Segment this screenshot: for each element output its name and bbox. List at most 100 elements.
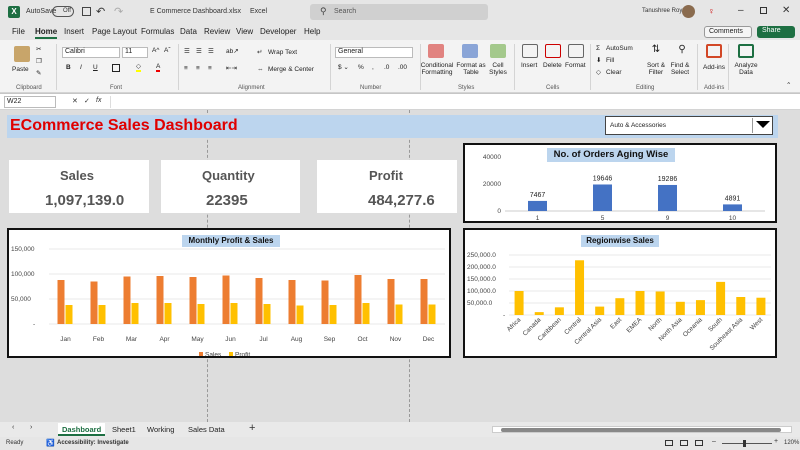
cut-icon[interactable]: ✂ — [36, 46, 41, 53]
page-break-view-icon[interactable] — [695, 440, 703, 446]
zoom-slider-thumb[interactable] — [743, 440, 746, 447]
italic-icon[interactable]: I — [80, 64, 82, 71]
function-icon[interactable]: fx — [96, 97, 101, 104]
menu-file[interactable]: File — [12, 27, 25, 36]
delete-cells-button[interactable]: Delete — [543, 62, 562, 69]
comma-icon[interactable]: , — [372, 64, 374, 71]
font-name-select[interactable]: Calibri — [62, 47, 120, 58]
scroll-left-icon[interactable]: ‹ — [12, 424, 14, 431]
avatar[interactable] — [682, 5, 695, 18]
format-cells-icon[interactable] — [568, 44, 584, 58]
search-box[interactable]: ⚲ Search — [310, 4, 488, 20]
undo-icon[interactable]: ↶ — [96, 5, 105, 18]
category-dropdown[interactable]: Auto & Accessories — [605, 116, 773, 135]
menu-developer[interactable]: Developer — [260, 27, 296, 36]
format-cells-button[interactable]: Format — [565, 62, 586, 69]
increase-decimal-icon[interactable]: .0 — [384, 64, 389, 71]
menu-home[interactable]: Home — [35, 27, 58, 39]
align-center-icon[interactable]: ≡ — [196, 65, 200, 72]
cell-styles-button[interactable]: Cell Styles — [486, 62, 510, 76]
zoom-out-icon[interactable]: – — [712, 438, 716, 445]
menu-page-layout[interactable]: Page Layout — [92, 27, 137, 36]
redo-icon[interactable]: ↷ — [114, 5, 123, 18]
maximize-icon[interactable] — [760, 7, 767, 14]
autosave-toggle[interactable]: Off — [52, 6, 74, 17]
indent-icon[interactable]: ⇤⇥ — [226, 65, 237, 72]
regionwise-sales-chart[interactable]: Regionwise Sales 250,000.0 200,000.0 150,0… — [463, 228, 777, 358]
align-left-icon[interactable]: ≡ — [184, 65, 188, 72]
horizontal-scrollbar[interactable] — [492, 426, 792, 433]
tab-dashboard[interactable]: Dashboard — [58, 423, 106, 436]
paste-icon[interactable] — [14, 46, 30, 62]
increase-font-icon[interactable]: A^ — [152, 47, 159, 54]
enter-icon[interactable]: ✓ — [84, 97, 90, 105]
menu-view[interactable]: View — [236, 27, 253, 36]
align-bottom-icon[interactable]: ☰ — [208, 48, 214, 55]
menu-data[interactable]: Data — [180, 27, 197, 36]
percent-icon[interactable]: % — [358, 64, 364, 71]
name-box[interactable]: W22 — [4, 96, 56, 108]
orientation-icon[interactable]: ab↗ — [226, 48, 239, 55]
scroll-right-icon[interactable]: › — [30, 424, 32, 431]
worksheet[interactable]: ECommerce Sales Dashboard Auto & Accesso… — [0, 110, 800, 422]
clear-button[interactable]: Clear — [606, 69, 622, 76]
fill-button[interactable]: Fill — [606, 57, 614, 64]
font-size-select[interactable]: 11 — [122, 47, 148, 58]
zoom-level[interactable]: 120% — [784, 440, 799, 446]
fill-color-icon[interactable]: ◇ — [136, 63, 141, 72]
add-ins-icon[interactable] — [706, 44, 722, 58]
conditional-formatting-button[interactable]: Conditional Formatting — [418, 62, 456, 76]
accessibility-status[interactable]: Accessibility: Investigate — [57, 440, 129, 446]
normal-view-icon[interactable] — [665, 440, 673, 446]
add-sheet-icon[interactable]: + — [249, 422, 255, 434]
delete-cells-icon[interactable] — [545, 44, 561, 58]
collapse-ribbon-icon[interactable]: ⌃ — [786, 82, 791, 89]
monthly-profit-sales-chart[interactable]: Monthly Profit & Sales 150,000 100,000 50,… — [7, 228, 451, 358]
align-top-icon[interactable]: ☰ — [184, 48, 190, 55]
comments-button[interactable]: Comments — [704, 26, 752, 38]
conditional-formatting-icon[interactable] — [428, 44, 444, 58]
format-table-icon[interactable] — [462, 44, 478, 58]
menu-review[interactable]: Review — [204, 27, 230, 36]
formula-input[interactable] — [110, 96, 790, 108]
insert-cells-button[interactable]: Insert — [521, 62, 537, 69]
tab-sales-data[interactable]: Sales Data — [184, 423, 229, 436]
tab-sheet1[interactable]: Sheet1 — [108, 423, 140, 436]
share-button[interactable]: Share — [757, 26, 795, 38]
save-icon[interactable] — [82, 7, 91, 16]
dropdown-arrow-button[interactable] — [752, 118, 772, 133]
zoom-slider[interactable] — [722, 443, 772, 444]
close-icon[interactable]: ✕ — [782, 5, 790, 16]
scrollbar-thumb[interactable] — [501, 428, 781, 432]
menu-formulas[interactable]: Formulas — [141, 27, 174, 36]
analyze-data-button[interactable]: Analyze Data — [733, 62, 759, 76]
minimize-icon[interactable]: – — [738, 5, 744, 16]
sort-filter-button[interactable]: Sort & Filter — [644, 62, 668, 76]
underline-icon[interactable]: U — [93, 64, 98, 71]
merge-center-button[interactable]: Merge & Center — [268, 66, 314, 73]
add-ins-button[interactable]: Add-ins — [703, 64, 725, 71]
font-color-icon[interactable]: A — [156, 63, 161, 72]
copy-icon[interactable]: ❐ — [36, 58, 42, 65]
find-select-button[interactable]: Find & Select — [668, 62, 692, 76]
cell-styles-icon[interactable] — [490, 44, 506, 58]
sort-filter-icon[interactable]: ⇅ — [648, 44, 664, 58]
find-select-icon[interactable]: ⚲ — [674, 44, 690, 58]
insert-cells-icon[interactable] — [522, 44, 538, 58]
wrap-text-button[interactable]: Wrap Text — [268, 49, 297, 56]
format-as-table-button[interactable]: Format as Table — [456, 62, 486, 76]
paste-button[interactable]: Paste — [12, 66, 29, 73]
autosum-button[interactable]: AutoSum — [606, 45, 633, 52]
number-format-select[interactable]: General — [335, 47, 413, 58]
decrease-decimal-icon[interactable]: .00 — [398, 64, 407, 71]
decrease-font-icon[interactable]: Aˇ — [164, 47, 171, 54]
cancel-icon[interactable]: ✕ — [72, 97, 78, 105]
lightbulb-icon[interactable]: ♀ — [708, 6, 715, 16]
bold-icon[interactable]: B — [66, 64, 71, 71]
align-middle-icon[interactable]: ☰ — [196, 48, 202, 55]
currency-icon[interactable]: $ ⌄ — [338, 64, 349, 71]
tab-working[interactable]: Working — [143, 423, 178, 436]
menu-insert[interactable]: Insert — [64, 27, 84, 36]
format-painter-icon[interactable]: ✎ — [36, 70, 41, 77]
align-right-icon[interactable]: ≡ — [208, 65, 212, 72]
